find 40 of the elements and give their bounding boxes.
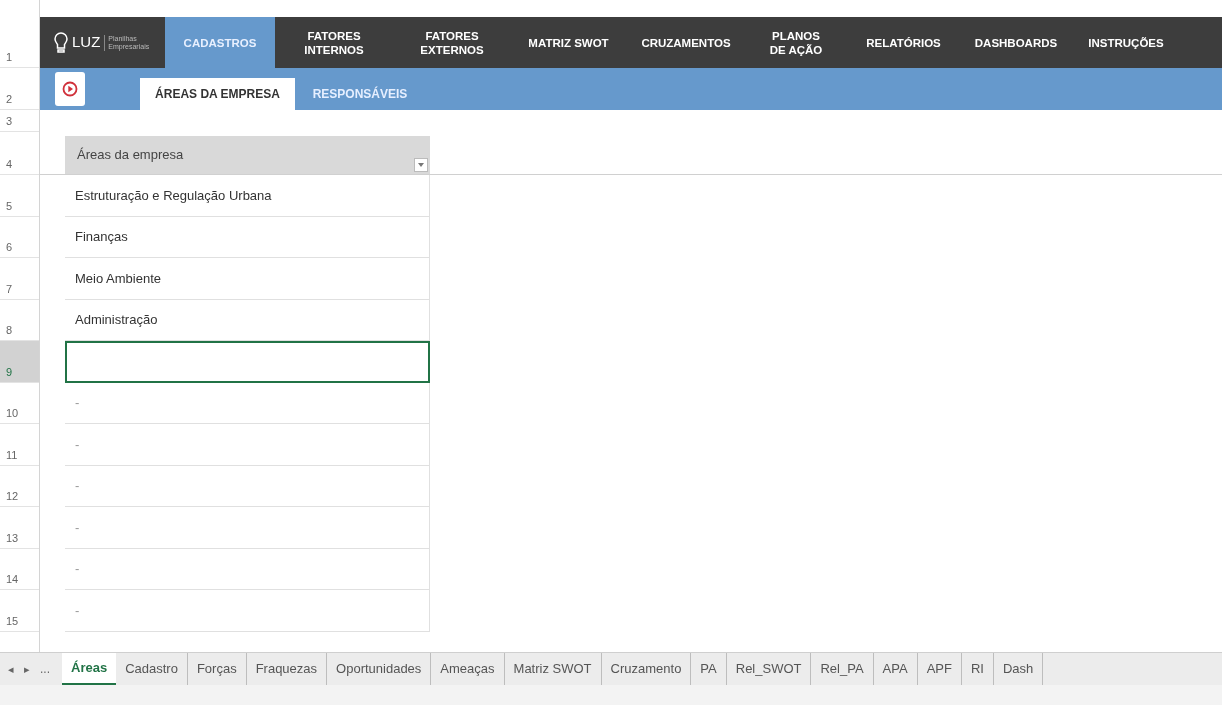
table-cell[interactable]: Meio Ambiente xyxy=(65,258,430,300)
filter-dropdown[interactable] xyxy=(414,158,428,172)
row-number: 6 xyxy=(6,239,13,255)
table-cell[interactable]: Finanças xyxy=(65,217,430,258)
column-title: Áreas da empresa xyxy=(77,146,184,165)
nav-tab[interactable]: DASHBOARDS xyxy=(961,17,1071,68)
previous-sheet-button[interactable]: ◂ xyxy=(8,660,14,678)
table-cell[interactable]: Administração xyxy=(65,300,430,341)
row-number: 14 xyxy=(6,571,19,587)
play-icon xyxy=(62,81,78,97)
sheet-tab[interactable]: Áreas xyxy=(62,653,117,685)
row-number: 15 xyxy=(6,613,19,629)
row-number: 5 xyxy=(6,198,13,214)
row-number: 10 xyxy=(6,405,19,421)
logo-text: LUZ xyxy=(72,32,101,53)
bulb-icon xyxy=(54,31,68,54)
caret-icon xyxy=(418,163,424,167)
nav-tab[interactable]: FATORES INTERNOS xyxy=(275,17,393,68)
row-number: 4 xyxy=(6,156,13,172)
row-number: 3 xyxy=(6,113,13,129)
sub-tab[interactable]: ÁREAS DA EMPRESA xyxy=(140,78,295,110)
next-sheet-button[interactable]: ▸ xyxy=(24,660,30,678)
nav-tab[interactable]: FATORES EXTERNOS xyxy=(393,17,511,68)
nav-tab[interactable]: PLANOS DE AÇÃO xyxy=(746,17,846,68)
play-button[interactable] xyxy=(55,72,85,106)
row-number: 1 xyxy=(6,49,13,65)
row-number: 13 xyxy=(6,530,19,546)
table-cell[interactable] xyxy=(65,341,430,383)
row-number: 7 xyxy=(6,281,13,297)
row-number: 11 xyxy=(6,447,18,463)
row-number: 12 xyxy=(6,488,19,504)
nav-tab[interactable]: INSTRUÇÕES xyxy=(1071,17,1181,68)
nav-tab[interactable]: RELATÓRIOS xyxy=(846,17,961,68)
nav-tab[interactable]: CRUZAMENTOS xyxy=(626,17,746,68)
row-number: 8 xyxy=(6,322,13,338)
nav-tab[interactable]: MATRIZ SWOT xyxy=(511,17,626,68)
table-cell[interactable]: Estruturação e Regulação Urbana xyxy=(65,175,430,217)
row-number: 9 xyxy=(6,364,13,380)
row-number: 2 xyxy=(6,91,13,107)
more-sheets-button[interactable]: ... xyxy=(40,660,50,678)
